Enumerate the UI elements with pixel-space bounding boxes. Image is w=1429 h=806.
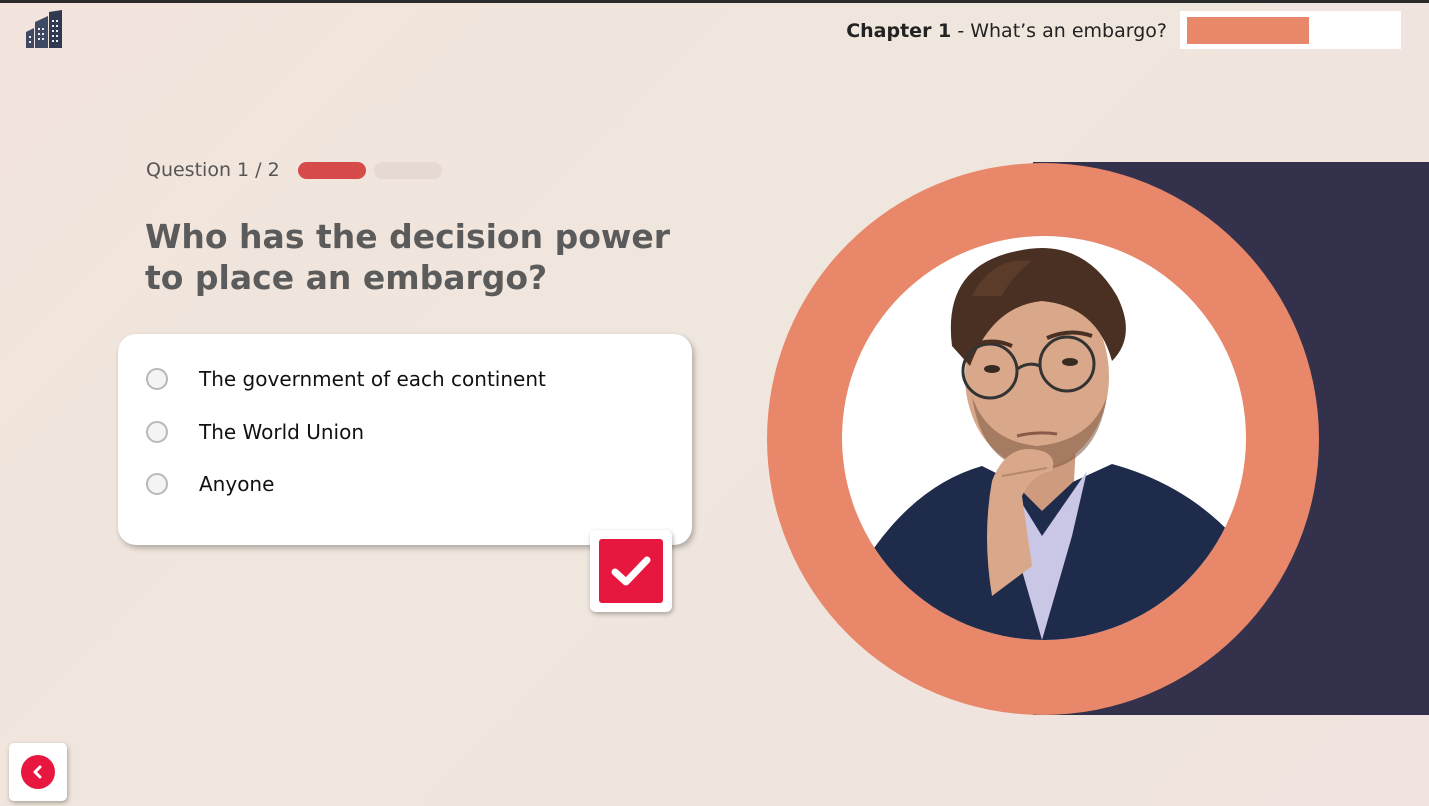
question-progress-pill-1 <box>298 162 366 179</box>
course-progress-bar <box>1180 11 1401 49</box>
radio-button[interactable] <box>146 473 168 495</box>
answer-label: Anyone <box>199 472 275 496</box>
building-logo-icon <box>26 10 62 48</box>
answer-option-1[interactable]: The government of each continent <box>146 364 546 394</box>
answer-label: The government of each continent <box>199 367 546 391</box>
chevron-left-icon <box>33 765 42 779</box>
chapter-title: Chapter 1 - What’s an embargo? <box>846 20 1167 42</box>
chapter-name: - What’s an embargo? <box>951 20 1167 42</box>
question-counter: Question 1 / 2 <box>146 159 280 181</box>
answer-options-card: The government of each continent The Wor… <box>118 334 692 545</box>
course-progress-fill <box>1187 17 1309 44</box>
radio-button[interactable] <box>146 421 168 443</box>
submit-button-face[interactable] <box>599 539 663 603</box>
answer-option-3[interactable]: Anyone <box>146 469 274 499</box>
back-button-face[interactable] <box>21 755 55 789</box>
checkmark-icon <box>611 556 651 586</box>
man-thinking-photo <box>842 236 1246 640</box>
question-progress-pill-2 <box>374 162 442 179</box>
question-text: Who has the decision power to place an e… <box>145 217 671 297</box>
answer-label: The World Union <box>199 420 365 444</box>
thinking-man-illustration <box>842 248 1246 640</box>
back-button[interactable] <box>9 743 67 801</box>
top-border <box>0 0 1429 3</box>
radio-button[interactable] <box>146 368 168 390</box>
submit-button[interactable] <box>590 530 672 612</box>
answer-option-2[interactable]: The World Union <box>146 417 364 447</box>
chapter-label: Chapter 1 <box>846 20 952 42</box>
